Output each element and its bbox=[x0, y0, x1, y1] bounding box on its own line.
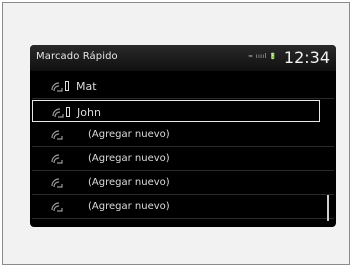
handset-icon bbox=[65, 81, 69, 91]
speed-dial-icon bbox=[51, 178, 63, 188]
entry-label: (Agregar nuevo) bbox=[88, 153, 170, 164]
entry-label: (Agregar nuevo) bbox=[88, 129, 170, 140]
entry-label: (Agregar nuevo) bbox=[88, 201, 170, 212]
speed-dial-entry-john[interactable]: John bbox=[32, 100, 320, 122]
add-new-entry-button[interactable]: (Agregar nuevo) bbox=[32, 171, 334, 195]
speed-dial-list: Mat John (Agregar nuevo) (Agregar nuevo)… bbox=[32, 75, 334, 219]
add-new-entry-button[interactable]: (Agregar nuevo) bbox=[32, 123, 334, 147]
infotainment-screen: Marcado Rápido ≈ ııııl 🔋 12:34 Mat John … bbox=[30, 45, 336, 227]
entry-label: Mat bbox=[76, 80, 97, 93]
speed-dial-entry-mat[interactable]: Mat bbox=[32, 75, 334, 99]
scrollbar[interactable] bbox=[327, 195, 329, 221]
screen-header: Marcado Rápido ≈ ııııl 🔋 12:34 bbox=[30, 45, 336, 71]
entry-label: John bbox=[77, 106, 101, 119]
screen-title: Marcado Rápido bbox=[36, 51, 118, 62]
add-new-entry-button[interactable]: (Agregar nuevo) bbox=[32, 195, 334, 219]
handset-icon bbox=[66, 107, 70, 117]
speed-dial-icon bbox=[51, 154, 63, 164]
phone-status-indicators: ≈ ııııl 🔋 bbox=[248, 53, 278, 60]
add-new-entry-button[interactable]: (Agregar nuevo) bbox=[32, 147, 334, 171]
figure-frame: Marcado Rápido ≈ ııııl 🔋 12:34 Mat John … bbox=[2, 2, 350, 265]
speed-dial-icon bbox=[51, 82, 63, 92]
speed-dial-icon bbox=[52, 108, 64, 118]
speed-dial-icon bbox=[51, 202, 63, 212]
clock: 12:34 bbox=[283, 48, 330, 67]
entry-label: (Agregar nuevo) bbox=[88, 177, 170, 188]
speed-dial-icon bbox=[51, 130, 63, 140]
